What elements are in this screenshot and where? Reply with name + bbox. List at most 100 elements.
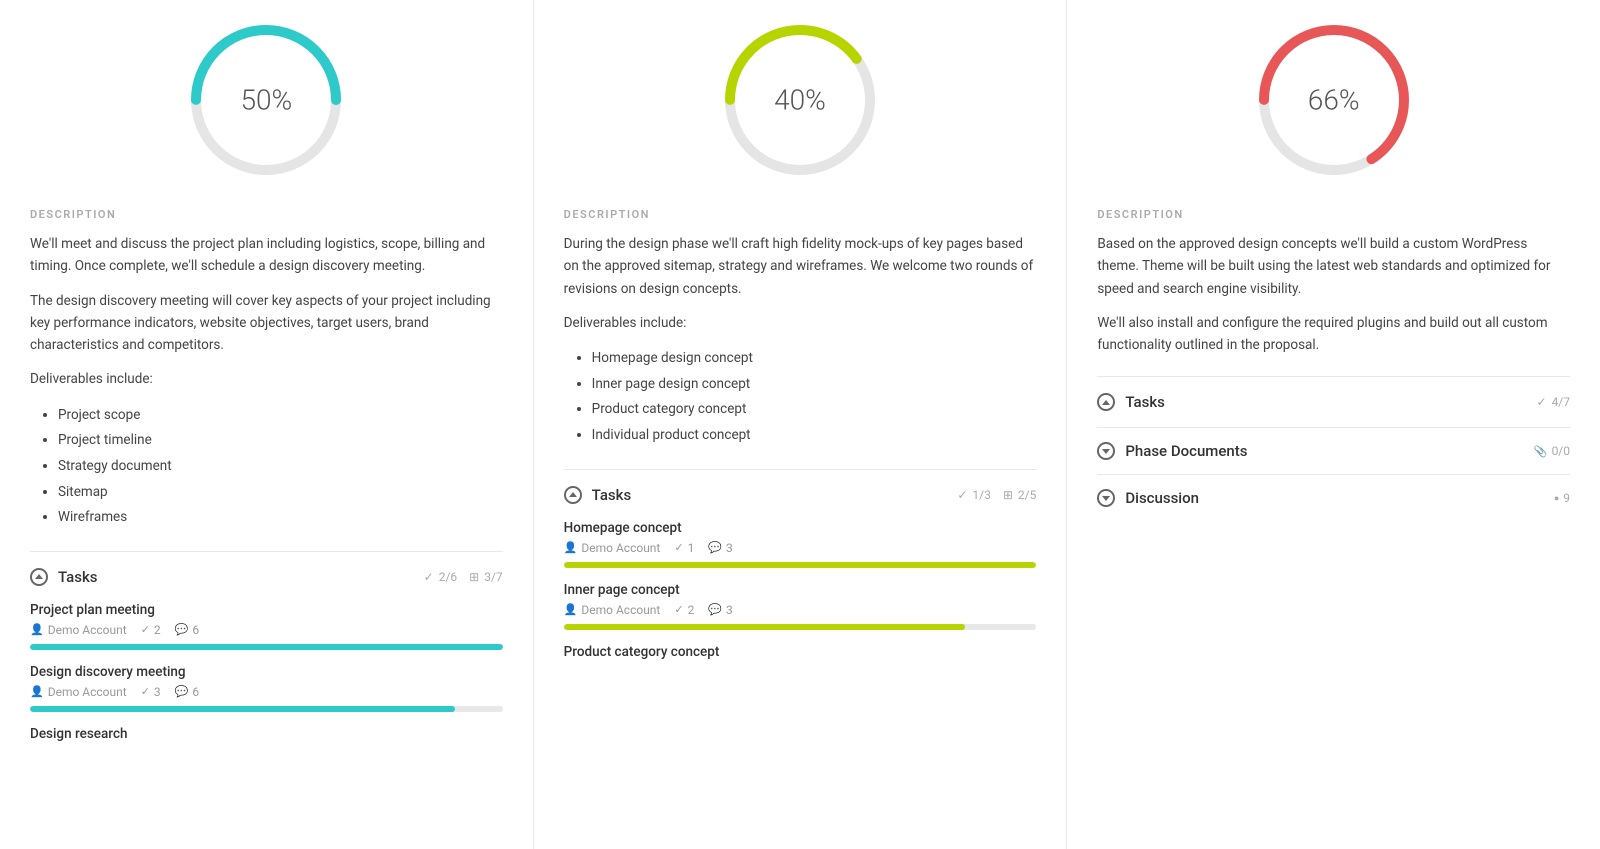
task-name: Project plan meeting bbox=[30, 602, 503, 618]
person-icon: 👤 bbox=[30, 685, 44, 698]
tasks-title: Tasks bbox=[58, 568, 98, 586]
tasks-count: ✓ 2/6 bbox=[424, 570, 458, 584]
description-paragraph: Deliverables include: bbox=[564, 312, 1037, 334]
tasks-header[interactable]: Tasks ✓ 4/7 bbox=[1097, 376, 1570, 411]
check-icon: ✓ bbox=[674, 603, 683, 616]
tasks-header-left: Tasks bbox=[564, 486, 632, 504]
column-2: 40%DESCRIPTIONDuring the design phase we… bbox=[534, 0, 1068, 849]
tasks-count: ✓ 4/7 bbox=[1537, 395, 1571, 409]
comment-icon: 💬 bbox=[708, 603, 722, 616]
check-icon: ✓ bbox=[141, 623, 150, 636]
task-progress-bar bbox=[30, 706, 503, 712]
phase-docs-title: Phase Documents bbox=[1125, 442, 1247, 460]
tasks-toggle-icon[interactable] bbox=[30, 568, 48, 586]
description-paragraph: Deliverables include: bbox=[30, 368, 503, 390]
task-info: 👤 Demo Account✓ 1💬 3 bbox=[564, 541, 1037, 555]
person-icon: 👤 bbox=[564, 541, 578, 554]
discussion-title: Discussion bbox=[1125, 489, 1199, 507]
task-assignee: 👤 Demo Account bbox=[30, 623, 127, 637]
check-icon: ✓ bbox=[141, 685, 150, 698]
tasks-files: ⊞ 2/5 bbox=[1003, 488, 1037, 502]
person-icon: 👤 bbox=[30, 623, 44, 636]
phase-docs-section[interactable]: Phase Documents📎 0/0 bbox=[1097, 427, 1570, 474]
grid-icon: ⊞ bbox=[469, 570, 479, 584]
task-checks: ✓ 2 bbox=[674, 603, 694, 617]
comment-icon: 💬 bbox=[708, 541, 722, 554]
deliverable-item: Strategy document bbox=[58, 454, 503, 480]
column-1: 50% DESCRIPTION We'll meet and discuss the… bbox=[0, 0, 534, 849]
grid-icon: ⊞ bbox=[1003, 488, 1013, 502]
description-label: DESCRIPTION bbox=[30, 208, 503, 221]
check-icon: ✓ bbox=[1537, 395, 1547, 409]
deliverable-item: Project scope bbox=[58, 403, 503, 429]
deliverable-item: Inner page design concept bbox=[592, 372, 1037, 398]
task-comments: 💬 3 bbox=[708, 541, 732, 555]
deliverable-item: Product category concept bbox=[592, 397, 1037, 423]
task-name: Homepage concept bbox=[564, 520, 1037, 536]
task-comments: 💬 3 bbox=[708, 603, 732, 617]
tasks-toggle-icon[interactable] bbox=[564, 486, 582, 504]
deliverables-list: Homepage design conceptInner page design… bbox=[564, 346, 1037, 449]
description-paragraph: We'll also install and configure the req… bbox=[1097, 312, 1570, 357]
task-item[interactable]: Design research bbox=[30, 726, 503, 742]
tasks-meta: ✓ 2/6 ⊞ 3/7 bbox=[424, 570, 503, 584]
tasks-meta: ✓ 4/7 bbox=[1537, 395, 1571, 409]
task-item[interactable]: Product category concept bbox=[564, 644, 1037, 660]
check-icon: ✓ bbox=[957, 488, 967, 502]
task-progress-bar bbox=[564, 624, 1037, 630]
task-item[interactable]: Homepage concept👤 Demo Account✓ 1💬 3 bbox=[564, 520, 1037, 568]
tasks-files: ⊞ 3/7 bbox=[469, 570, 503, 584]
task-name: Design discovery meeting bbox=[30, 664, 503, 680]
description-paragraph: We'll meet and discuss the project plan … bbox=[30, 233, 503, 278]
tasks-toggle-icon[interactable] bbox=[1097, 393, 1115, 411]
tasks-count: ✓ 1/3 bbox=[957, 488, 991, 502]
task-progress-bar bbox=[30, 644, 503, 650]
donut-percent-label: 40% bbox=[774, 84, 826, 117]
task-progress-fill bbox=[564, 562, 1037, 568]
deliverable-item: Project timeline bbox=[58, 428, 503, 454]
donut-percent-label: 66% bbox=[1308, 84, 1360, 117]
tasks-header-left: Tasks bbox=[30, 568, 98, 586]
task-progress-fill bbox=[30, 706, 455, 712]
check-icon: ✓ bbox=[424, 570, 434, 584]
attach-icon: 📎 bbox=[1534, 445, 1548, 458]
task-item[interactable]: Project plan meeting 👤 Demo Account ✓ 2 💬 6 bbox=[30, 602, 503, 650]
description-label: DESCRIPTION bbox=[564, 208, 1037, 221]
column-3: 66%DESCRIPTIONBased on the approved desi… bbox=[1067, 0, 1600, 849]
task-name: Product category concept bbox=[564, 644, 1037, 660]
deliverable-item: Individual product concept bbox=[592, 423, 1037, 449]
task-info: 👤 Demo Account ✓ 2 💬 3 bbox=[564, 603, 1037, 617]
chart-area: 50% bbox=[30, 0, 503, 190]
main-columns: 50% DESCRIPTION We'll meet and discuss the… bbox=[0, 0, 1600, 849]
tasks-header-left: Tasks bbox=[1097, 393, 1165, 411]
task-assignee: 👤 Demo Account bbox=[564, 603, 661, 617]
task-comments: 💬 6 bbox=[175, 623, 199, 637]
check-icon: ✓ bbox=[674, 541, 683, 554]
deliverable-item: Wireframes bbox=[58, 505, 503, 531]
tasks-header[interactable]: Tasks ✓ 1/3 ⊞ 2/5 bbox=[564, 469, 1037, 504]
discussion-toggle-icon[interactable] bbox=[1097, 489, 1115, 507]
donut-chart: 50% bbox=[186, 20, 346, 180]
task-item[interactable]: Design discovery meeting 👤 Demo Account ✓ … bbox=[30, 664, 503, 712]
deliverable-item: Homepage design concept bbox=[592, 346, 1037, 372]
deliverable-item: Sitemap bbox=[58, 480, 503, 506]
person-icon: 👤 bbox=[564, 603, 578, 616]
discussion-section[interactable]: Discussion● 9 bbox=[1097, 474, 1570, 521]
tasks-header[interactable]: Tasks ✓ 2/6 ⊞ 3/7 bbox=[30, 551, 503, 586]
comment-icon: 💬 bbox=[175, 623, 189, 636]
task-progress-fill bbox=[564, 624, 966, 630]
task-checks: ✓ 3 bbox=[141, 685, 161, 699]
phase-docs-toggle-icon[interactable] bbox=[1097, 442, 1115, 460]
task-checks: ✓ 2 bbox=[141, 623, 161, 637]
donut-chart: 66% bbox=[1254, 20, 1414, 180]
task-assignee: 👤 Demo Account bbox=[30, 685, 127, 699]
description-label: DESCRIPTION bbox=[1097, 208, 1570, 221]
task-progress-fill bbox=[30, 644, 503, 650]
tasks-meta: ✓ 1/3 ⊞ 2/5 bbox=[957, 488, 1036, 502]
task-assignee: 👤 Demo Account bbox=[564, 541, 661, 555]
donut-percent-label: 50% bbox=[240, 84, 292, 117]
donut-chart: 40% bbox=[720, 20, 880, 180]
task-item[interactable]: Inner page concept👤 Demo Account✓ 2💬 3 bbox=[564, 582, 1037, 630]
deliverables-list: Project scopeProject timelineStrategy do… bbox=[30, 403, 503, 531]
chart-area: 66% bbox=[1097, 0, 1570, 190]
